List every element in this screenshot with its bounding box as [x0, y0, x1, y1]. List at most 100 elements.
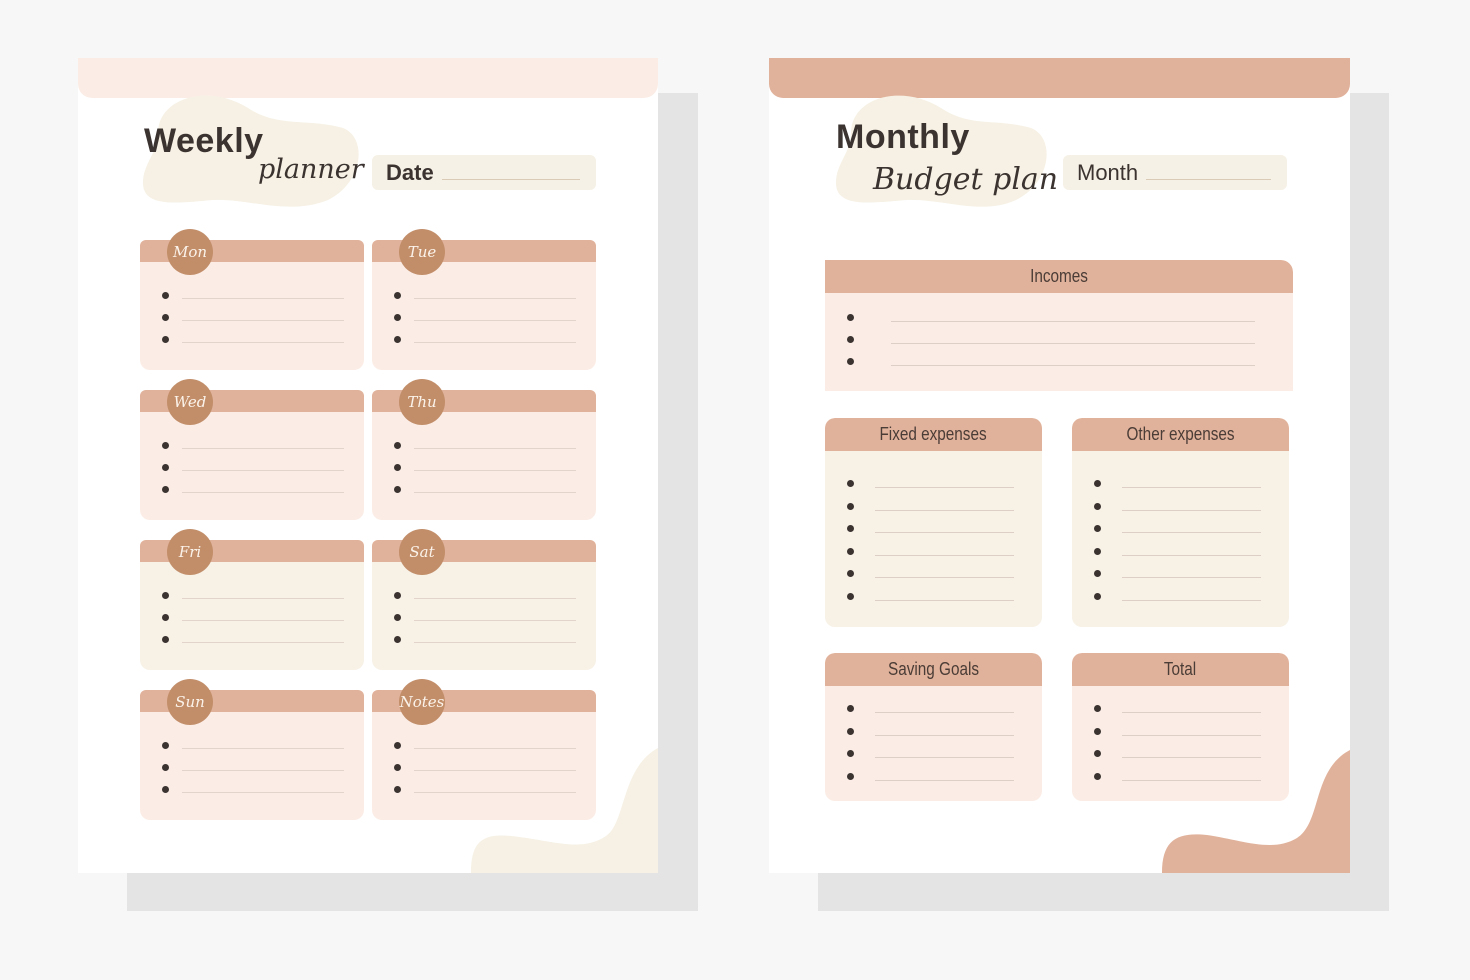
bullet-icon [394, 636, 401, 643]
bullet-icon [1094, 525, 1101, 532]
bullet-icon [1094, 502, 1101, 510]
day-badge: Tue [399, 229, 445, 275]
weekly-title: Weekly [144, 122, 264, 160]
write-line[interactable] [182, 320, 344, 321]
section-title: Fixed expenses [879, 424, 988, 444]
write-line[interactable] [875, 757, 1014, 758]
bullet-icon [162, 614, 169, 621]
write-line[interactable] [1122, 509, 1261, 511]
section-header: Incomes [825, 260, 1293, 293]
bullet-icon [1094, 480, 1101, 487]
month-field[interactable]: Month [1063, 155, 1287, 190]
bullet-icon [162, 442, 169, 449]
write-line[interactable] [1122, 734, 1261, 736]
write-line[interactable] [891, 365, 1255, 366]
write-line[interactable] [875, 599, 1014, 601]
section-header: Fixed expenses [825, 418, 1042, 451]
bullet-icon [162, 636, 169, 643]
write-line[interactable] [182, 298, 344, 299]
write-line[interactable] [182, 598, 344, 599]
day-card-wed: Wed [140, 379, 364, 520]
write-line[interactable] [414, 492, 576, 493]
bullet-icon [847, 314, 854, 321]
write-line[interactable] [875, 554, 1014, 556]
bullet-icon [162, 764, 169, 771]
section-title: Incomes [1030, 266, 1088, 286]
write-line[interactable] [182, 620, 344, 621]
budget-section-other-expenses: Other expenses [1072, 418, 1289, 627]
write-line[interactable] [414, 448, 576, 449]
bullet-icon [394, 292, 401, 299]
write-line[interactable] [891, 343, 1255, 344]
weekly-corner-blob [471, 748, 658, 873]
write-line[interactable] [1122, 599, 1261, 601]
bullet-icon [162, 486, 169, 493]
write-line[interactable] [182, 492, 344, 493]
write-line[interactable] [414, 298, 576, 299]
bullet-icon [162, 292, 169, 299]
bullet-icon [394, 442, 401, 449]
date-field[interactable]: Date [372, 155, 596, 190]
bullet-icon [1094, 772, 1101, 780]
bullet-icon [847, 705, 854, 712]
date-label: Date [386, 159, 434, 185]
write-line[interactable] [182, 770, 344, 771]
day-badge: Thu [399, 379, 445, 425]
monthly-budget-page: Monthly Budget plan Month Incomes Fixed e… [769, 58, 1350, 873]
write-line[interactable] [1122, 532, 1261, 533]
budget-section-incomes: Incomes [825, 260, 1293, 391]
bullet-icon [162, 336, 169, 343]
write-line[interactable] [1122, 577, 1261, 578]
bullet-icon [847, 570, 854, 577]
bullet-icon [847, 358, 854, 365]
write-line[interactable] [414, 598, 576, 599]
section-header: Saving Goals [825, 653, 1042, 686]
write-line[interactable] [414, 620, 576, 621]
bullet-icon [394, 464, 401, 471]
write-line[interactable] [182, 748, 344, 749]
write-line[interactable] [182, 342, 344, 343]
section-title: Total [1164, 659, 1197, 679]
bullet-icon [1094, 592, 1101, 600]
write-line[interactable] [414, 470, 576, 471]
bullet-icon [1094, 727, 1101, 735]
write-line[interactable] [414, 642, 576, 643]
write-line[interactable] [875, 779, 1014, 781]
day-badge: Notes [399, 679, 445, 725]
day-card-mon: Mon [140, 229, 364, 370]
bullet-icon [847, 592, 854, 600]
bullet-icon [1094, 570, 1101, 577]
bullet-icon [394, 786, 401, 793]
day-card-sat: Sat [372, 529, 596, 670]
budget-section-fixed-expenses: Fixed expenses [825, 418, 1042, 627]
write-line[interactable] [182, 642, 344, 643]
bullet-icon [162, 592, 169, 599]
write-line[interactable] [182, 792, 344, 793]
day-card-thu: Thu [372, 379, 596, 520]
bullet-icon [394, 336, 401, 343]
write-line[interactable] [875, 712, 1014, 713]
write-line[interactable] [1122, 554, 1261, 556]
bullet-icon [1094, 547, 1101, 555]
write-line[interactable] [182, 448, 344, 449]
monthly-corner-blob [1162, 750, 1350, 873]
month-input-line[interactable] [1146, 179, 1271, 180]
write-line[interactable] [414, 320, 576, 321]
bullet-icon [847, 547, 854, 555]
day-badge: Sun [167, 679, 213, 725]
weekly-subtitle: planner [258, 154, 364, 185]
bullet-icon [162, 742, 169, 749]
write-line[interactable] [1122, 712, 1261, 713]
bullet-icon [847, 336, 854, 343]
write-line[interactable] [182, 470, 344, 471]
write-line[interactable] [1122, 487, 1261, 488]
write-line[interactable] [875, 487, 1014, 488]
write-line[interactable] [875, 577, 1014, 578]
write-line[interactable] [414, 342, 576, 343]
write-line[interactable] [891, 321, 1255, 322]
write-line[interactable] [875, 509, 1014, 511]
date-input-line[interactable] [441, 179, 580, 180]
write-line[interactable] [875, 532, 1014, 533]
write-line[interactable] [875, 734, 1014, 736]
day-card-tue: Tue [372, 229, 596, 370]
